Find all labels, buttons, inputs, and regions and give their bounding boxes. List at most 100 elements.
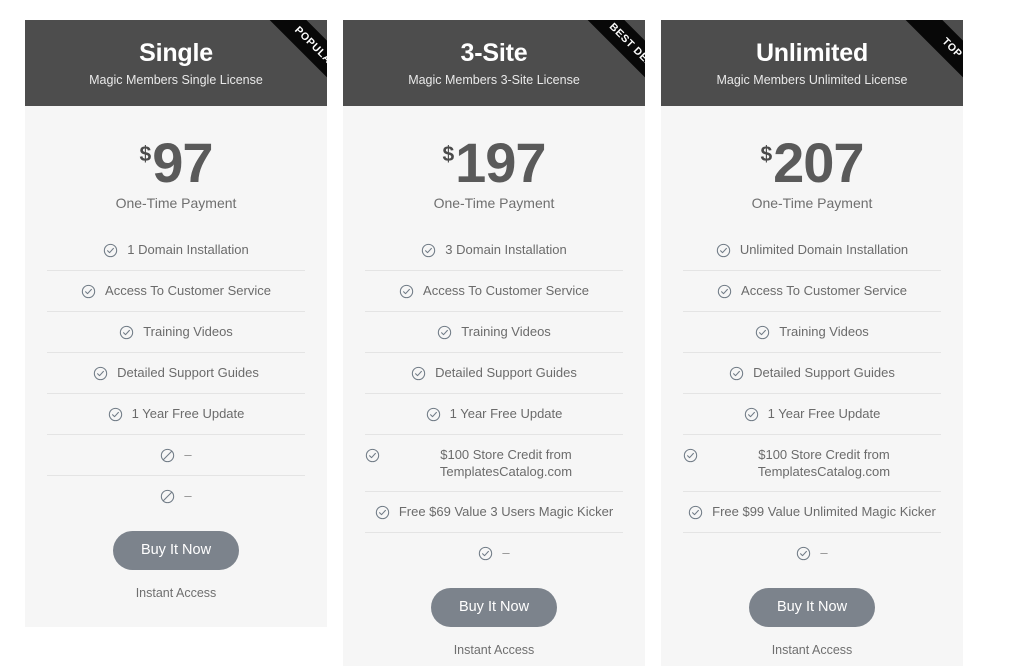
ban-circle-icon: [160, 448, 175, 463]
price-caption: One-Time Payment: [433, 195, 555, 211]
plan-subtitle: Magic Members Unlimited License: [716, 73, 908, 87]
feature-label: Access To Customer Service: [741, 283, 907, 298]
price-line: $197: [442, 135, 546, 191]
feature-item: –: [365, 533, 623, 574]
check-circle-icon: [93, 366, 108, 381]
feature-label: 1 Year Free Update: [131, 406, 245, 421]
feature-label: Training Videos: [461, 324, 551, 339]
check-circle-icon: [688, 505, 703, 520]
plan-title: 3-Site: [460, 39, 528, 67]
plan-header: Unlimited Magic Members Unlimited License…: [661, 20, 963, 106]
plan-card: Unlimited Magic Members Unlimited License…: [661, 20, 963, 666]
feature-label: Training Videos: [779, 324, 869, 339]
check-circle-icon: [108, 407, 123, 422]
price-caption: One-Time Payment: [751, 195, 873, 211]
check-circle-icon: [729, 366, 744, 381]
feature-item: Free $69 Value 3 Users Magic Kicker: [365, 492, 623, 533]
price-amount: 207: [773, 131, 864, 194]
feature-label: Access To Customer Service: [423, 283, 589, 298]
feature-label: –: [184, 447, 192, 462]
feature-item: Access To Customer Service: [47, 271, 305, 312]
plan-header: 3-Site Magic Members 3-Site License BEST D…: [343, 20, 645, 106]
feature-label: –: [502, 545, 510, 560]
price-currency: $: [139, 143, 152, 166]
feature-label: –: [820, 545, 828, 560]
feature-label: Detailed Support Guides: [117, 365, 259, 380]
price-block: $97 One-Time Payment: [25, 106, 327, 224]
feature-item: Detailed Support Guides: [47, 353, 305, 394]
feature-label: 1 Year Free Update: [449, 406, 563, 421]
feature-label: Training Videos: [143, 324, 233, 339]
price-block: $207 One-Time Payment: [661, 106, 963, 224]
buy-it-now-button[interactable]: Buy It Now: [112, 531, 240, 570]
feature-label: Access To Customer Service: [105, 283, 271, 298]
check-circle-icon: [717, 284, 732, 299]
feature-label: 1 Domain Installation: [127, 242, 249, 257]
price-line: $97: [139, 135, 214, 191]
feature-item: Unlimited Domain Installation: [683, 230, 941, 271]
price-amount: 197: [455, 131, 546, 194]
plan-footer: Buy It Now Instant Access: [661, 574, 963, 666]
feature-item: Detailed Support Guides: [365, 353, 623, 394]
feature-item: –: [47, 476, 305, 517]
check-circle-icon: [796, 546, 811, 561]
instant-access-note: Instant Access: [453, 643, 535, 657]
price-caption: One-Time Payment: [115, 195, 237, 211]
buy-it-now-button[interactable]: Buy It Now: [748, 588, 876, 627]
feature-label: $100 Store Credit from TemplatesCatalog.…: [439, 447, 573, 479]
price-line: $207: [760, 135, 864, 191]
feature-item: 3 Domain Installation: [365, 230, 623, 271]
feature-item: –: [47, 435, 305, 476]
feature-label: Free $69 Value 3 Users Magic Kicker: [398, 504, 614, 519]
check-circle-icon: [103, 243, 118, 258]
plan-card: 3-Site Magic Members 3-Site License BEST D…: [343, 20, 645, 666]
feature-list: 1 Domain Installation Access To Customer …: [25, 230, 327, 517]
ban-circle-icon: [160, 489, 175, 504]
price-currency: $: [760, 143, 773, 166]
feature-item: Detailed Support Guides: [683, 353, 941, 394]
instant-access-note: Instant Access: [771, 643, 853, 657]
plan-footer: Buy It Now Instant Access: [25, 517, 327, 627]
instant-access-note: Instant Access: [135, 586, 217, 600]
check-circle-icon: [716, 243, 731, 258]
check-circle-icon: [119, 325, 134, 340]
buy-it-now-button[interactable]: Buy It Now: [430, 588, 558, 627]
plan-header: Single Magic Members Single License POPULA…: [25, 20, 327, 106]
feature-item: 1 Year Free Update: [47, 394, 305, 435]
check-circle-icon: [755, 325, 770, 340]
feature-label: 1 Year Free Update: [767, 406, 881, 421]
price-amount: 97: [152, 131, 213, 194]
plan-footer: Buy It Now Instant Access: [343, 574, 645, 666]
feature-list: 3 Domain Installation Access To Customer …: [343, 230, 645, 574]
feature-item: $100 Store Credit from TemplatesCatalog.…: [683, 435, 941, 492]
plan-subtitle: Magic Members 3-Site License: [408, 73, 580, 87]
plan-subtitle: Magic Members Single License: [89, 73, 263, 87]
feature-label: Detailed Support Guides: [753, 365, 895, 380]
check-circle-icon: [426, 407, 441, 422]
feature-label: 3 Domain Installation: [445, 242, 567, 257]
feature-item: 1 Domain Installation: [47, 230, 305, 271]
feature-item: Training Videos: [683, 312, 941, 353]
pricing-table: Single Magic Members Single License POPULA…: [0, 0, 1015, 666]
check-circle-icon: [375, 505, 390, 520]
feature-label: $100 Store Credit from TemplatesCatalog.…: [757, 447, 891, 479]
feature-item: Training Videos: [365, 312, 623, 353]
check-circle-icon: [478, 546, 493, 561]
feature-item: –: [683, 533, 941, 574]
check-circle-icon: [81, 284, 96, 299]
check-circle-icon: [437, 325, 452, 340]
feature-item: Free $99 Value Unlimited Magic Kicker: [683, 492, 941, 533]
feature-item: Access To Customer Service: [683, 271, 941, 312]
plan-title: Single: [139, 39, 213, 67]
plan-card: Single Magic Members Single License POPULA…: [25, 20, 327, 627]
feature-item: 1 Year Free Update: [365, 394, 623, 435]
feature-item: Training Videos: [47, 312, 305, 353]
price-block: $197 One-Time Payment: [343, 106, 645, 224]
feature-label: –: [184, 488, 192, 503]
check-circle-icon: [683, 448, 698, 463]
check-circle-icon: [744, 407, 759, 422]
check-circle-icon: [399, 284, 414, 299]
check-circle-icon: [365, 448, 380, 463]
price-currency: $: [442, 143, 455, 166]
feature-item: 1 Year Free Update: [683, 394, 941, 435]
